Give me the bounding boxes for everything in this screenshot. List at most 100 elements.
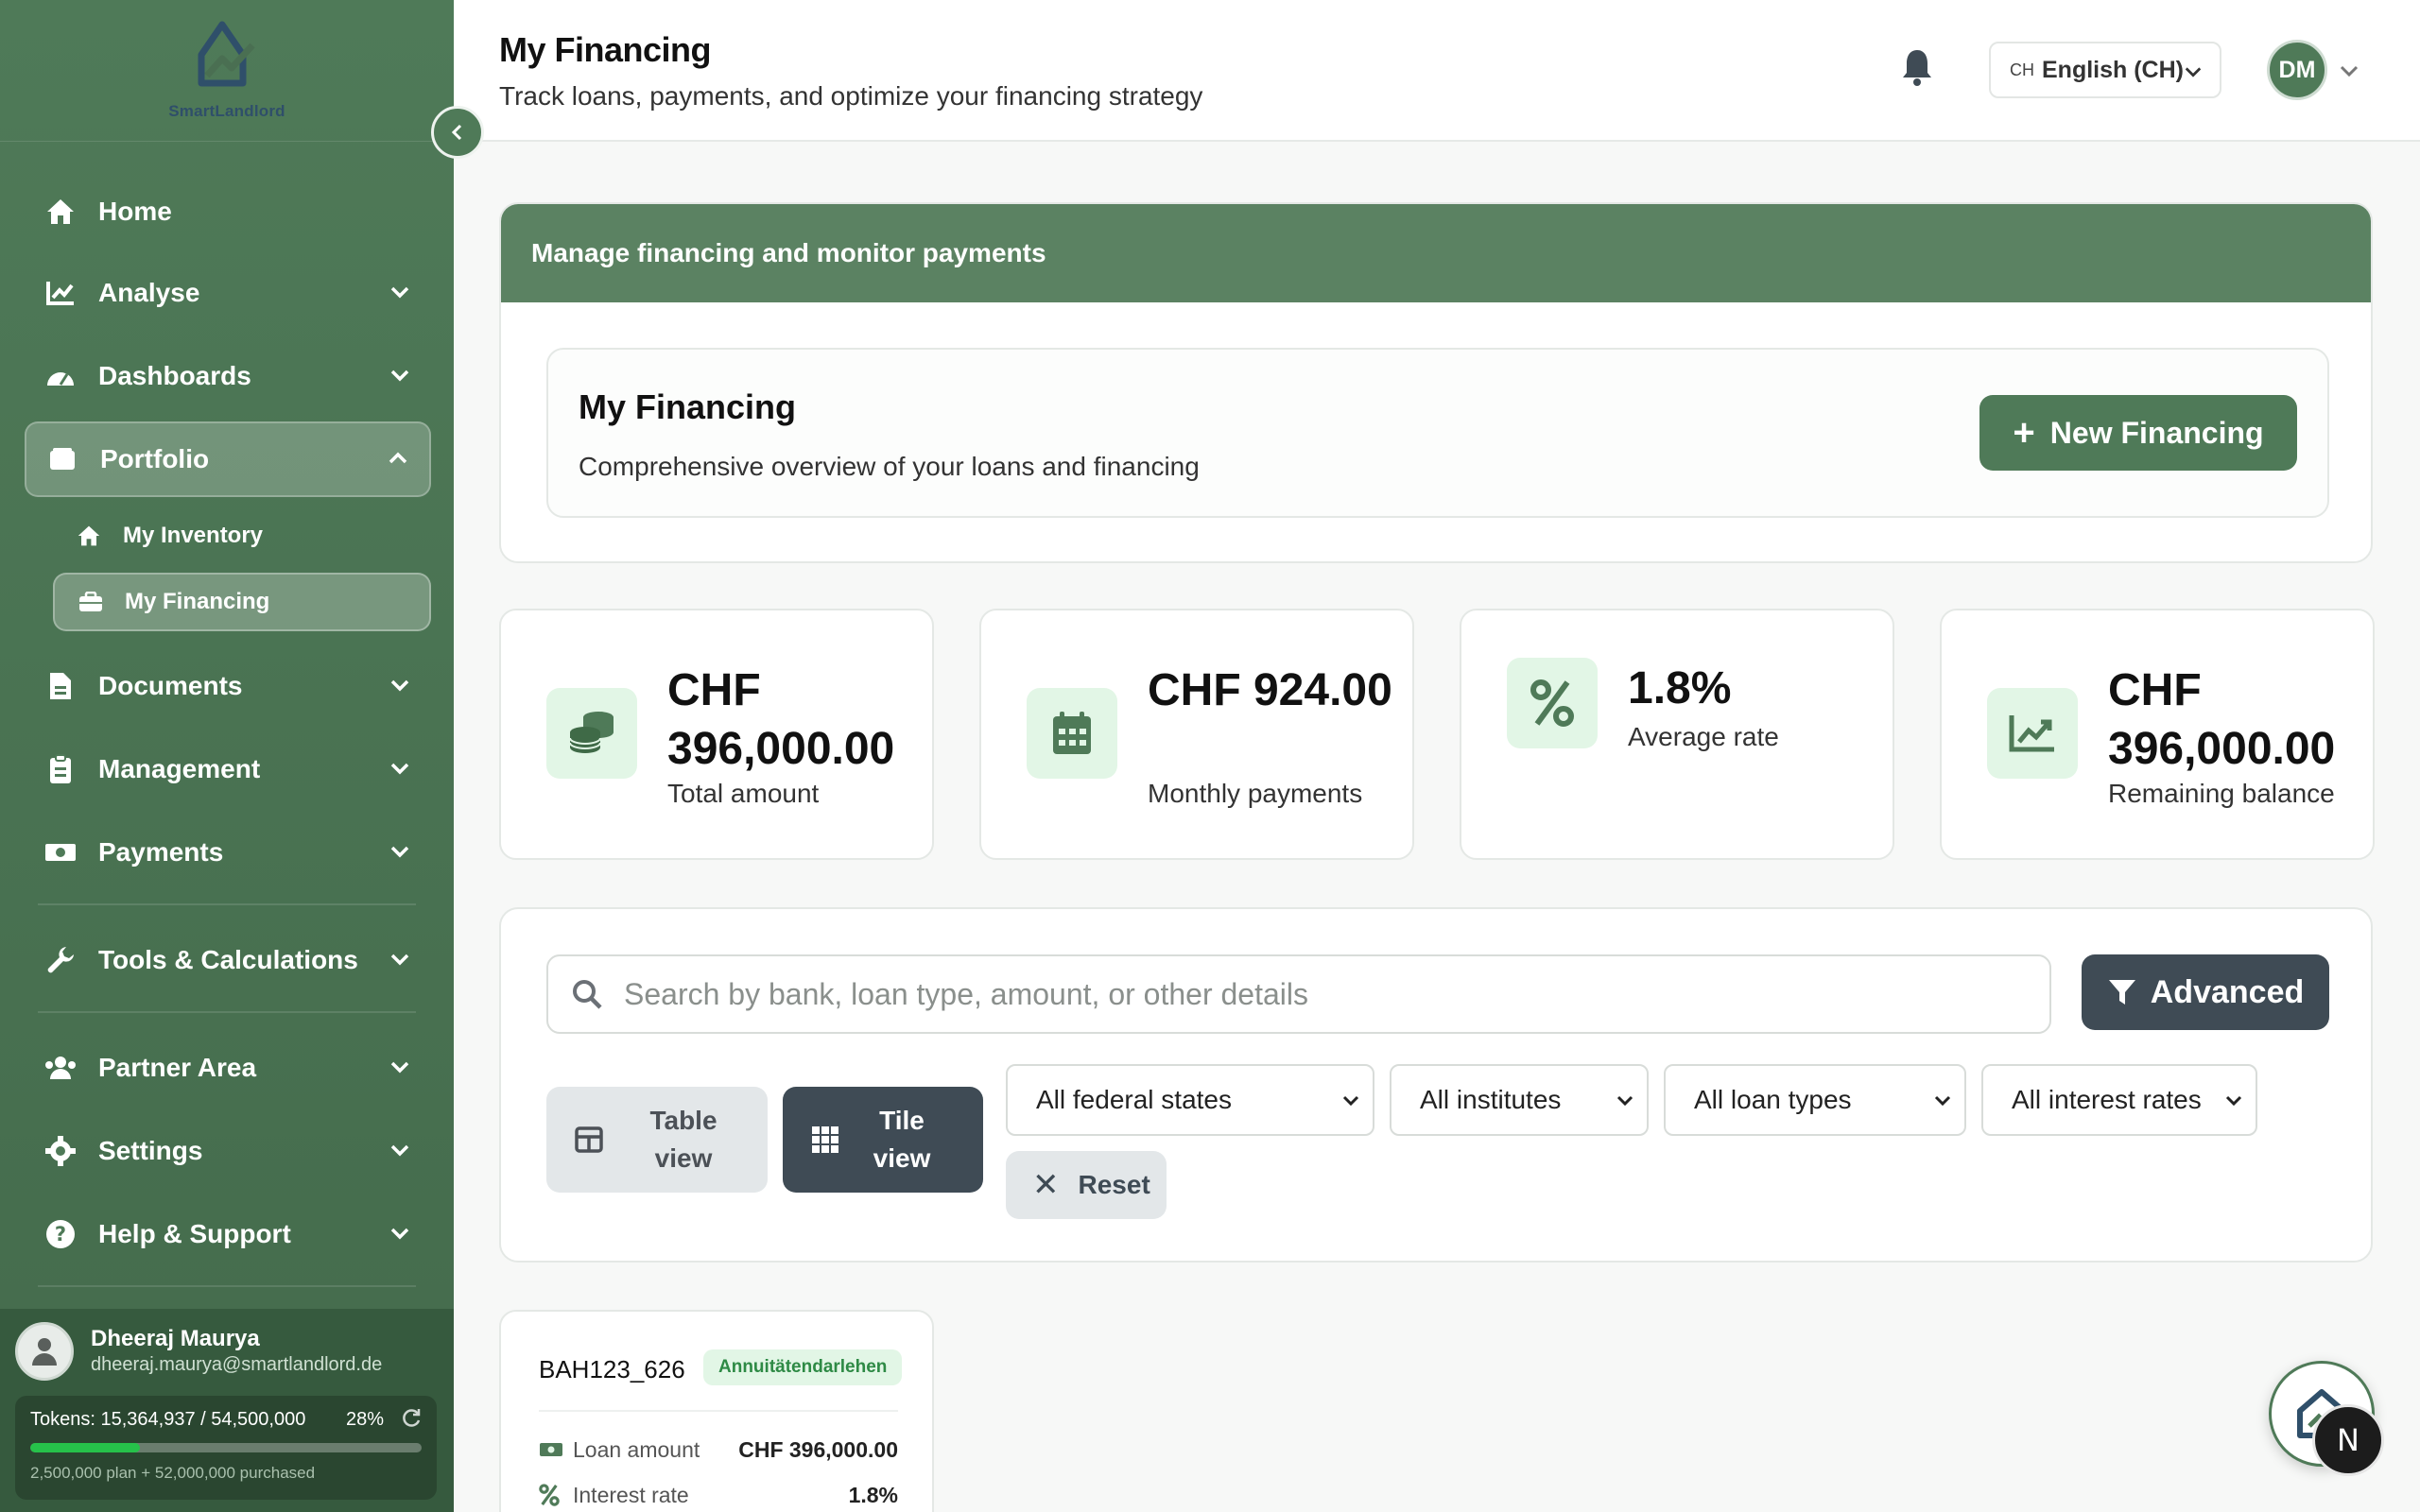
refresh-icon[interactable]	[401, 1407, 422, 1428]
stat-card-average-rate: 1.8% Average rate	[1460, 609, 1894, 860]
money-icon	[43, 835, 78, 869]
stat-label: Total amount	[667, 779, 820, 808]
interest-rates-select[interactable]: All interest rates	[1981, 1064, 2257, 1136]
user-avatar[interactable]: DM	[2267, 40, 2327, 100]
sidebar-item-label: Management	[98, 754, 261, 783]
search-input[interactable]: Search by bank, loan type, amount, or ot…	[546, 954, 2051, 1034]
financing-panel: Manage financing and monitor payments My…	[499, 202, 2373, 563]
financing-overview-card: My Financing Comprehensive overview of y…	[546, 348, 2329, 518]
sidebar-subitem-my-inventory[interactable]: My Inventory	[53, 507, 431, 565]
loan-row: Loan amount CHF 396,000.00	[539, 1431, 898, 1469]
sidebar-item-label: Help & Support	[98, 1219, 291, 1248]
sidebar-item-label: Partner Area	[98, 1053, 257, 1082]
logo[interactable]: SmartLandlord	[0, 0, 454, 142]
gauge-icon	[43, 359, 78, 393]
table-view-button[interactable]: Table view	[546, 1087, 768, 1193]
new-financing-button[interactable]: + New Financing	[1979, 395, 2297, 471]
sidebar-item-label: Analyse	[98, 278, 200, 307]
close-icon: ✕	[1032, 1167, 1060, 1203]
calendar-icon	[1027, 688, 1117, 779]
sidebar-item-management[interactable]: Management	[25, 733, 431, 805]
sidebar-item-dashboards[interactable]: Dashboards	[25, 340, 431, 412]
logo-icon	[198, 21, 255, 87]
reset-filters-button[interactable]: ✕ Reset	[1006, 1151, 1167, 1219]
loan-tile[interactable]: BAH123_626 Annuitätendarlehen Loan amoun…	[499, 1310, 934, 1512]
chevron-up-icon	[389, 452, 407, 464]
briefcase-icon	[78, 589, 104, 615]
token-count: Tokens: 15,364,937 / 54,500,000	[30, 1409, 306, 1430]
sidebar-item-tools[interactable]: Tools & Calculations	[25, 924, 431, 996]
sidebar-item-documents[interactable]: Documents	[25, 650, 431, 722]
user-name: Dheeraj Maurya	[91, 1326, 260, 1351]
panel-banner: Manage financing and monitor payments	[501, 204, 2371, 302]
chevron-down-icon	[2185, 67, 2202, 77]
stat-card-total-amount: CHF 396,000.00 Total amount	[499, 609, 934, 860]
search-placeholder: Search by bank, loan type, amount, or ot…	[624, 976, 1308, 1011]
chevron-down-icon	[390, 1144, 409, 1157]
grid-icon	[812, 1126, 838, 1153]
sidebar-divider	[38, 903, 416, 905]
sidebar-item-settings[interactable]: Settings	[25, 1115, 431, 1187]
sidebar: SmartLandlord Home Analyse Dashboards Po…	[0, 0, 484, 1512]
loan-row-value: CHF 396,000.00	[738, 1436, 898, 1462]
home-icon	[43, 195, 78, 229]
stat-value: CHF 924.00	[1148, 665, 1392, 715]
avatar[interactable]	[15, 1322, 74, 1381]
collapse-sidebar-button[interactable]	[431, 106, 484, 159]
stat-value: CHF 396,000.00	[2108, 665, 2336, 774]
language-selector[interactable]: CH English (CH)	[1989, 42, 2221, 98]
sidebar-item-portfolio[interactable]: Portfolio	[25, 421, 431, 497]
sidebar-item-payments[interactable]: Payments	[25, 816, 431, 888]
stat-label: Average rate	[1628, 722, 1779, 751]
tile-view-button[interactable]: Tile view	[783, 1087, 983, 1193]
sidebar-item-label: Documents	[98, 671, 243, 700]
token-breakdown: 2,500,000 plan + 52,000,000 purchased	[30, 1464, 316, 1482]
loan-types-select[interactable]: All loan types	[1664, 1064, 1966, 1136]
advanced-filter-button[interactable]: Advanced	[2082, 954, 2329, 1030]
sidebar-item-home[interactable]: Home	[25, 176, 431, 248]
select-value: All loan types	[1694, 1085, 1852, 1114]
stat-card-monthly-payments: CHF 924.00 Monthly payments	[979, 609, 1414, 860]
filter-icon	[2108, 980, 2135, 1005]
sidebar-item-label: Tools & Calculations	[98, 945, 358, 974]
language-label: English (CH)	[2042, 56, 2184, 83]
institutes-select[interactable]: All institutes	[1390, 1064, 1649, 1136]
wallet-icon	[45, 442, 79, 476]
token-progress-fill	[30, 1443, 140, 1452]
tile-view-label: Tile view	[873, 1106, 931, 1173]
user-icon	[32, 1338, 57, 1366]
federal-states-select[interactable]: All federal states	[1006, 1064, 1374, 1136]
bell-icon[interactable]	[1900, 47, 1934, 87]
user-profile[interactable]: Dheeraj Maurya dheeraj.maurya@smartlandl…	[0, 1309, 454, 1512]
plus-icon: +	[2013, 412, 2035, 454]
chevron-down-icon	[390, 1228, 409, 1240]
chevron-down-icon[interactable]	[2339, 60, 2360, 81]
sidebar-divider	[38, 1285, 416, 1287]
token-progress-bar	[30, 1443, 422, 1452]
trend-icon	[1987, 688, 2078, 779]
select-value: All institutes	[1420, 1085, 1562, 1114]
table-icon	[575, 1126, 603, 1153]
loan-type-badge: Annuitätendarlehen	[703, 1349, 903, 1385]
loan-id: BAH123_626	[539, 1355, 685, 1383]
select-value: All interest rates	[2012, 1085, 2202, 1114]
chevron-down-icon	[390, 369, 409, 382]
notification-badge[interactable]: N	[2312, 1404, 2384, 1476]
chart-line-icon	[43, 276, 78, 310]
overview-title: My Financing	[579, 387, 797, 426]
sidebar-item-help-support[interactable]: ? Help & Support	[25, 1198, 431, 1270]
file-icon	[43, 669, 78, 703]
sidebar-subitem-my-financing[interactable]: My Financing	[53, 573, 431, 631]
select-value: All federal states	[1036, 1085, 1232, 1114]
gear-icon	[43, 1134, 78, 1168]
chevron-down-icon	[390, 954, 409, 966]
loan-row-value: 1.8%	[848, 1482, 898, 1507]
loan-divider	[539, 1410, 898, 1412]
sidebar-item-label: Home	[98, 197, 172, 226]
stat-value: 1.8%	[1628, 663, 1732, 713]
token-usage: Tokens: 15,364,937 / 54,500,000 28% 2,50…	[15, 1396, 437, 1500]
sidebar-item-label: Portfolio	[100, 444, 210, 473]
sidebar-item-analyse[interactable]: Analyse	[25, 257, 431, 329]
sidebar-item-partner-area[interactable]: Partner Area	[25, 1032, 431, 1104]
percent-icon	[539, 1484, 563, 1506]
